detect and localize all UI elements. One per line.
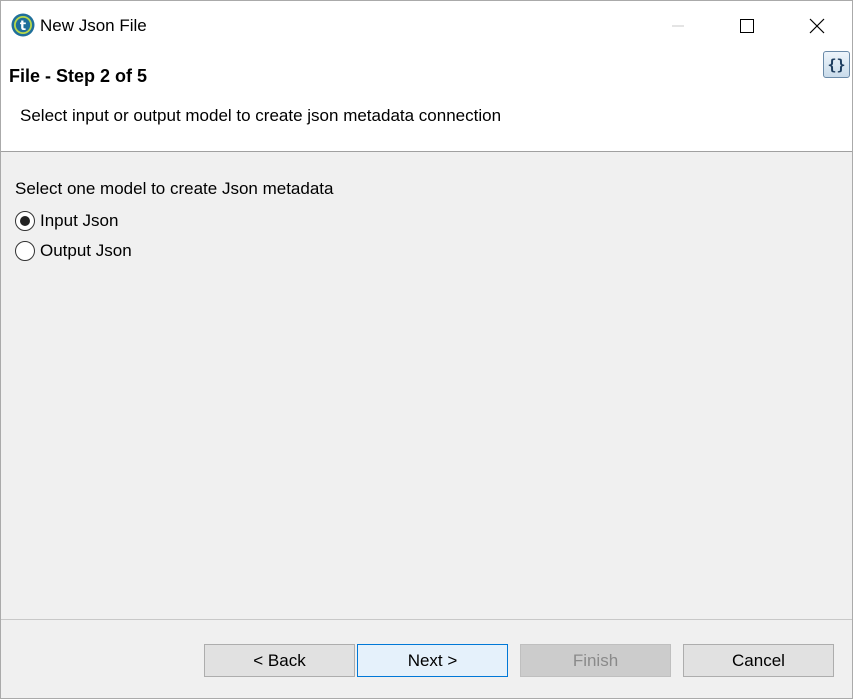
finish-button[interactable]: Finish <box>520 644 671 677</box>
input-json-radio[interactable]: Input Json <box>15 211 118 231</box>
minimize-icon <box>672 25 684 27</box>
next-button[interactable]: Next > <box>357 644 508 677</box>
back-button[interactable]: < Back <box>204 644 355 677</box>
radio-selected-icon[interactable] <box>15 211 35 231</box>
talend-icon: t <box>11 13 35 37</box>
minimize-button[interactable] <box>643 1 713 51</box>
input-json-label: Input Json <box>40 211 119 230</box>
step-title: File - Step 2 of 5 <box>9 66 148 86</box>
close-button[interactable] <box>782 1 852 51</box>
json-file-icon: {} <box>823 51 850 78</box>
wizard-content: Select one model to create Json metadata… <box>1 153 852 619</box>
close-icon <box>809 18 825 34</box>
window-title: New Json File <box>40 16 147 35</box>
maximize-icon <box>740 19 754 33</box>
radio-unselected-icon[interactable] <box>15 241 35 261</box>
wizard-header: File - Step 2 of 5 Select input or outpu… <box>1 51 852 152</box>
output-json-radio[interactable]: Output Json <box>15 241 132 261</box>
maximize-button[interactable] <box>712 1 782 51</box>
wizard-window: t New Json File File - Step 2 of 5 Selec… <box>0 0 853 699</box>
step-description: Select input or output model to create j… <box>20 106 502 125</box>
radio-dot <box>20 216 30 226</box>
output-json-label: Output Json <box>40 241 132 260</box>
cancel-button[interactable]: Cancel <box>683 644 834 677</box>
title-bar: t New Json File <box>1 1 852 51</box>
model-group-label: Select one model to create Json metadata <box>15 179 334 198</box>
wizard-footer: < Back Next > Finish Cancel <box>1 620 852 698</box>
svg-text:t: t <box>20 19 26 34</box>
